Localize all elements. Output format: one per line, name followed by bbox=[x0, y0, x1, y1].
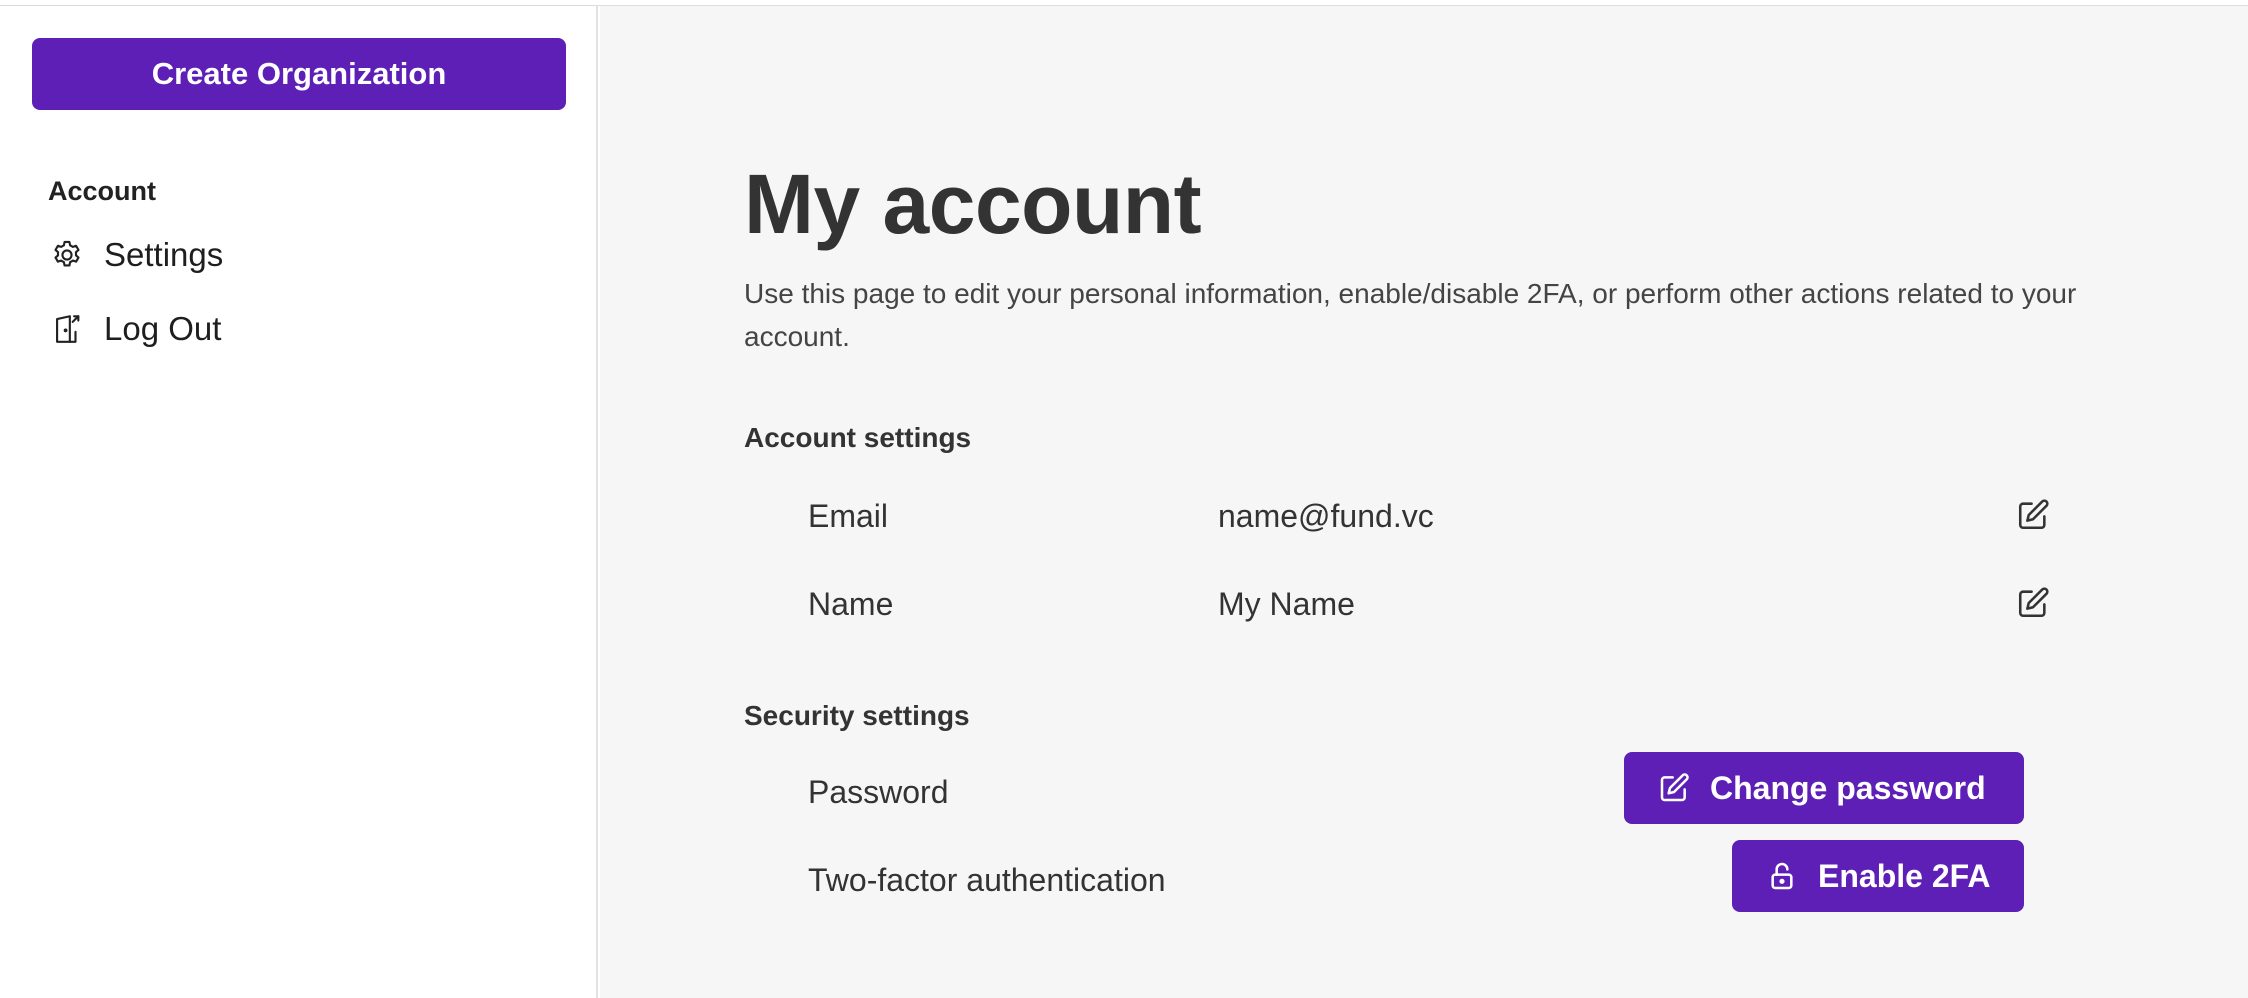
security-settings-title: Security settings bbox=[744, 700, 970, 731]
main-content: My account Use this page to edit your pe… bbox=[600, 6, 2248, 998]
sidebar-item-logout[interactable]: Log Out bbox=[48, 304, 221, 354]
sidebar-item-label: Log Out bbox=[104, 310, 222, 347]
edit-icon bbox=[1656, 770, 1692, 806]
gear-icon bbox=[48, 236, 86, 274]
sidebar-item-settings[interactable]: Settings bbox=[48, 230, 223, 280]
password-label: Password bbox=[808, 774, 949, 810]
account-settings-title: Account settings bbox=[744, 422, 972, 453]
page-description: Use this page to edit your personal info… bbox=[744, 278, 2077, 352]
email-value: name@fund.vc bbox=[1218, 498, 1434, 534]
edit-icon[interactable] bbox=[2014, 496, 2052, 534]
enable-2fa-button[interactable]: Enable 2FA bbox=[1732, 840, 2024, 912]
change-password-label: Change password bbox=[1710, 769, 1986, 806]
name-value: My Name bbox=[1218, 586, 1355, 622]
name-label: Name bbox=[808, 586, 894, 622]
logout-door-icon bbox=[48, 310, 86, 348]
change-password-button[interactable]: Change password bbox=[1624, 752, 2024, 824]
nav-section-title-account: Account bbox=[48, 176, 156, 206]
sidebar: Create Organization Account Settings Log… bbox=[0, 6, 598, 998]
lock-icon bbox=[1764, 858, 1800, 894]
enable-2fa-label: Enable 2FA bbox=[1818, 857, 1991, 894]
create-organization-button[interactable]: Create Organization bbox=[32, 38, 566, 110]
page-title: My account bbox=[744, 157, 1202, 251]
two-factor-label: Two-factor authentication bbox=[808, 862, 1166, 898]
sidebar-item-label: Settings bbox=[104, 236, 224, 273]
edit-icon[interactable] bbox=[2014, 584, 2052, 622]
email-label: Email bbox=[808, 498, 889, 534]
